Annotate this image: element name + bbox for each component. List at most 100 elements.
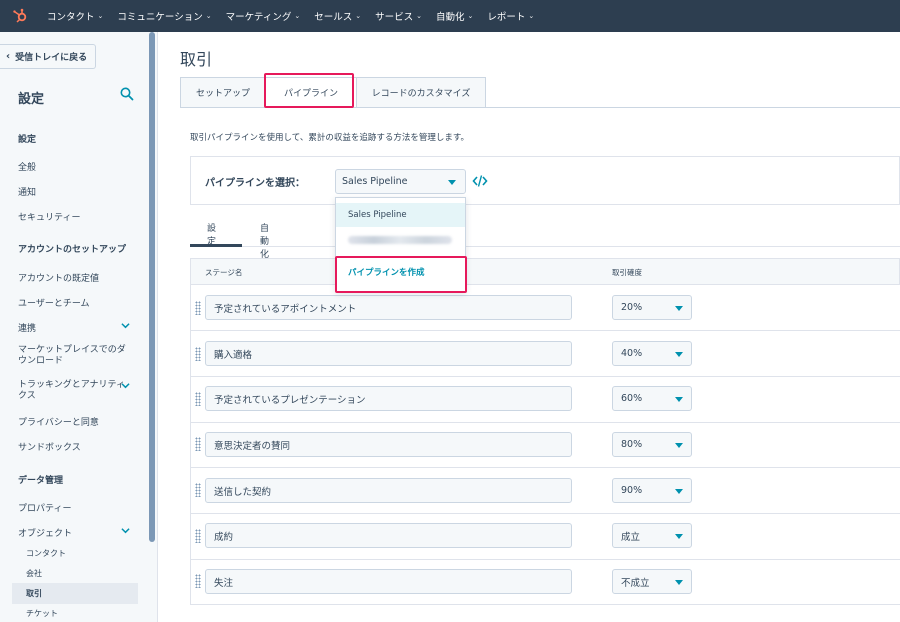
probability-select[interactable]: 90% (612, 478, 692, 503)
nav-label: マーケティング (225, 12, 292, 23)
caret-down-icon (675, 443, 683, 448)
nav-label: コンタクト (47, 12, 95, 23)
stage-name-input[interactable]: 予定されているアポイントメント (205, 295, 572, 320)
sidebar-item-notifications[interactable]: 通知 (18, 185, 36, 198)
pipeline-dropdown-menu: Sales Pipeline パイプラインを作成 (335, 197, 466, 292)
sidebar-title: 設定 (18, 92, 45, 107)
caret-down-icon (675, 397, 683, 402)
stage-name-input[interactable]: 意思決定者の賛同 (205, 432, 572, 457)
search-icon[interactable] (120, 87, 134, 101)
tabs-divider (180, 107, 900, 108)
stage-name-input[interactable]: 成約 (205, 523, 572, 548)
nav-communication[interactable]: コミュニケーション ⌄ (110, 9, 218, 23)
stage-name-input[interactable]: 送信した契約 (205, 478, 572, 503)
sidebar-item-properties[interactable]: プロパティー (18, 501, 71, 514)
sidebar-item-sandbox[interactable]: サンドボックス (18, 440, 81, 453)
drag-handle-icon[interactable] (195, 529, 201, 543)
menu-item-sales-pipeline[interactable]: Sales Pipeline (336, 203, 465, 227)
sidebar-item-account-defaults[interactable]: アカウントの既定値 (18, 271, 99, 284)
nav-sales[interactable]: セールス ⌄ (307, 9, 368, 23)
probability-select[interactable]: 成立 (612, 523, 692, 548)
tab-record-customization[interactable]: レコードのカスタマイズ (356, 77, 486, 108)
caret-down-icon (675, 489, 683, 494)
caret-down-icon (675, 306, 683, 311)
blurred-pipeline-option[interactable] (348, 236, 452, 244)
drag-handle-icon[interactable] (195, 437, 201, 451)
probability-select[interactable]: 40% (612, 341, 692, 366)
back-button-label: 受信トレイに戻る (15, 53, 88, 63)
sidebar-subitem-tickets[interactable]: チケット (26, 608, 58, 619)
sidebar-subitem-contacts[interactable]: コンタクト (26, 548, 66, 559)
chevron-down-icon: ⌄ (355, 12, 362, 20)
nav-service[interactable]: サービス ⌄ (368, 9, 429, 23)
chevron-left-icon: ‹ (6, 51, 11, 62)
probability-value: 40% (621, 348, 643, 359)
probability-value: 成立 (621, 531, 641, 543)
subtab-active-underline (190, 244, 242, 247)
sidebar-subitem-deals[interactable]: 取引 (26, 588, 42, 599)
probability-select[interactable]: 60% (612, 386, 692, 411)
chevron-down-icon: ⌄ (416, 12, 422, 20)
page-description: 取引パイプラインを使用して、累計の収益を追跡する方法を管理します。 (190, 133, 469, 143)
sidebar-item-label: ウンロード (18, 356, 64, 366)
chevron-down-icon[interactable] (121, 526, 130, 535)
caret-down-icon (675, 534, 683, 539)
subtab-automation[interactable]: 自動化 (260, 221, 269, 260)
sidebar-item-objects[interactable]: オブジェクト (18, 526, 72, 539)
tab-setup[interactable]: セットアップ (180, 77, 266, 108)
sidebar-item-tracking[interactable]: トラッキングとアナリティ クス (18, 380, 125, 402)
nav-marketing[interactable]: マーケティング ⌄ (219, 9, 308, 23)
caret-down-icon (675, 580, 683, 585)
sidebar-item-privacy[interactable]: プライバシーと同意 (18, 415, 99, 428)
chevron-down-icon[interactable] (121, 381, 130, 390)
chevron-down-icon: ⌄ (97, 12, 104, 20)
sidebar-section-data-management: データ管理 (18, 476, 64, 486)
pipeline-select-label: パイプラインを選択： (205, 178, 305, 189)
sidebar-section-account-setup: アカウントのセットアップ (18, 245, 127, 255)
hubspot-logo-icon[interactable] (0, 0, 40, 32)
subtabs-divider (190, 246, 900, 247)
sidebar-item-general[interactable]: 全般 (18, 160, 36, 173)
nav-reports[interactable]: レポート ⌄ (480, 9, 541, 23)
nav-label: サービス (375, 12, 414, 23)
sidebar-item-marketplace[interactable]: マーケットプレイスでのダ ウンロード (18, 345, 126, 367)
main-tabs: セットアップ パイプライン レコードのカスタマイズ (180, 77, 486, 108)
nav-contacts[interactable]: コンタクト ⌄ (40, 9, 110, 23)
drag-handle-icon[interactable] (195, 392, 201, 406)
probability-select[interactable]: 80% (612, 432, 692, 457)
sidebar-item-users-teams[interactable]: ユーザーとチーム (18, 296, 90, 309)
drag-handle-icon[interactable] (195, 347, 201, 361)
chevron-down-icon: ⌄ (294, 12, 301, 20)
tab-pipeline[interactable]: パイプライン (265, 77, 357, 108)
probability-value: 20% (621, 302, 643, 313)
embed-code-icon[interactable] (472, 174, 488, 188)
probability-select[interactable]: 20% (612, 295, 692, 320)
stage-name-input[interactable]: 予定されているプレゼンテーション (205, 386, 572, 411)
sidebar-subitem-companies[interactable]: 会社 (26, 568, 42, 579)
chevron-down-icon: ⌄ (528, 12, 535, 20)
stage-name-input[interactable]: 失注 (205, 569, 572, 594)
back-to-inbox-button[interactable]: ‹ 受信トレイに戻る (0, 44, 96, 69)
chevron-down-icon: ⌄ (467, 12, 474, 20)
caret-down-icon (448, 180, 456, 185)
chevron-down-icon[interactable] (121, 321, 130, 330)
nav-label: セールス (314, 12, 353, 23)
stage-name-input[interactable]: 購入適格 (205, 341, 572, 366)
drag-handle-icon[interactable] (195, 574, 201, 588)
sidebar-item-security[interactable]: セキュリティー (18, 210, 80, 223)
nav-automation[interactable]: 自動化 ⌄ (429, 9, 480, 23)
nav-label: コミュニケーション (117, 12, 203, 23)
drag-handle-icon[interactable] (195, 483, 201, 497)
sidebar-item-label: マーケットプレイスでのダ (18, 345, 126, 355)
settings-sidebar: ‹ 受信トレイに戻る 設定 設定 全般 通知 セキュリティー アカウントのセット… (0, 32, 158, 622)
sidebar-item-integrations[interactable]: 連携 (18, 321, 36, 334)
pipeline-dropdown[interactable]: Sales Pipeline (335, 169, 466, 194)
create-pipeline-button[interactable]: パイプラインを作成 (336, 260, 465, 284)
probability-select[interactable]: 不成立 (612, 569, 692, 594)
pipeline-dropdown-value: Sales Pipeline (342, 176, 408, 187)
sidebar-scrollbar[interactable] (149, 32, 155, 542)
sidebar-item-label: クス (18, 391, 36, 401)
nav-label: 自動化 (435, 12, 465, 23)
drag-handle-icon[interactable] (195, 301, 201, 315)
probability-value: 90% (621, 485, 643, 496)
